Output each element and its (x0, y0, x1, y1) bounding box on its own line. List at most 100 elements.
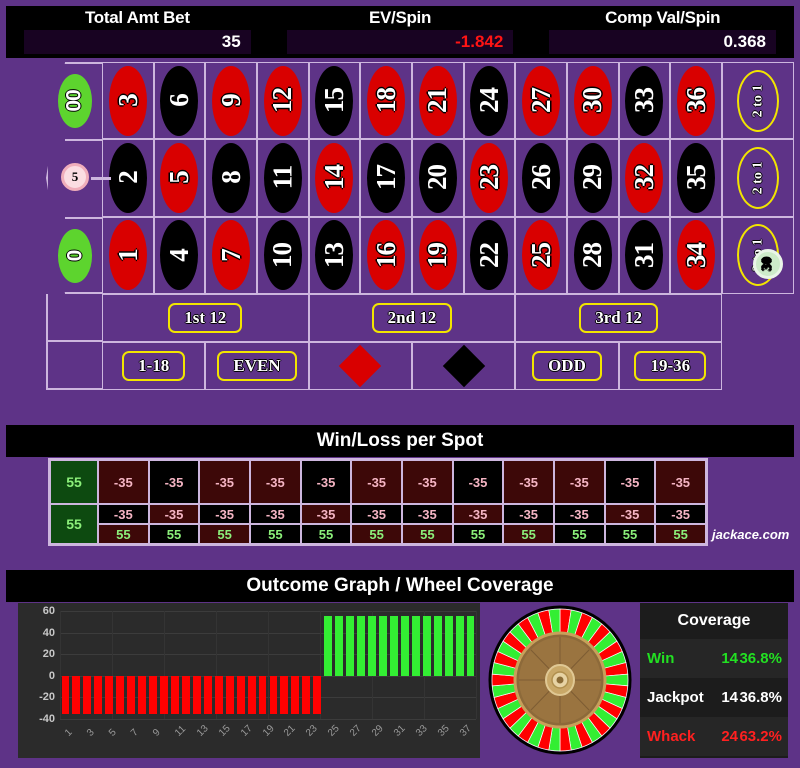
x-axis-tick: 35 (435, 723, 452, 739)
bet-spot-30[interactable]: 30 (567, 62, 619, 140)
bet-spot-27[interactable]: 27 (515, 62, 567, 140)
outcome-title: Outcome Graph / Wheel Coverage (6, 570, 794, 602)
winloss-value: 55 (369, 526, 384, 542)
bet-spot-24[interactable]: 24 (463, 62, 516, 140)
bet-spot-9[interactable]: 9 (205, 62, 257, 140)
bet-spot-6[interactable]: 6 (153, 62, 206, 140)
bet-spot-13[interactable]: 13 (308, 216, 361, 294)
dozen-bet-2[interactable]: 2nd 12 (308, 294, 516, 342)
bet-spot-35[interactable]: 35 (670, 139, 722, 217)
zero-label: 0 (63, 250, 86, 262)
bet-spot-0[interactable]: 0 (58, 229, 92, 283)
chart-bar (400, 616, 409, 676)
number-oval: 2 (108, 142, 147, 213)
chart-bar (160, 675, 168, 714)
number-label: 17 (370, 165, 401, 191)
bet-spot-29[interactable]: 29 (567, 139, 619, 217)
chart-bar (138, 675, 147, 714)
outcome-bar-chart: 60 40 20 0 -20 -40 1 3 5 7 9 11 13 15 17 19 21 23 25 27 29 31… (18, 603, 480, 758)
outside-bet-black[interactable] (412, 342, 516, 390)
column-bet-label: 2 to 1 (749, 161, 765, 195)
outside-bets: 1-18 EVEN ODD 19-36 (102, 342, 722, 390)
column-bet-3[interactable]: 2 to 130 (722, 216, 794, 294)
bet-spot-22[interactable]: 22 (463, 216, 516, 294)
stat-ev-per-spin: EV/Spin -1.842 (269, 6, 532, 58)
coverage-count: 14 (721, 650, 738, 667)
bet-spot-7[interactable]: 7 (205, 216, 257, 294)
dozen-bets: 1st 12 2nd 12 3rd 12 (102, 294, 722, 342)
bet-spot-31[interactable]: 31 (618, 216, 671, 294)
bet-spot-16[interactable]: 16 (360, 216, 412, 294)
coverage-count: 14 (721, 689, 738, 706)
bet-spot-15[interactable]: 15 (308, 62, 361, 140)
winloss-value: 55 (116, 526, 131, 542)
number-oval: 19 (418, 220, 457, 291)
chart-bar (149, 675, 157, 714)
column-bet-2[interactable]: 2 to 1 (722, 139, 794, 217)
outside-bet-19-36[interactable]: 19-36 (618, 342, 722, 390)
stat-label: EV/Spin (368, 8, 432, 27)
bet-spot-00[interactable]: 00 (58, 74, 92, 128)
bet-spot-33[interactable]: 33 (618, 62, 671, 140)
chart-bar (313, 675, 322, 714)
chart-bar (127, 675, 136, 714)
number-oval: 27 (522, 65, 561, 136)
x-axis-tick: 13 (194, 723, 211, 739)
outside-bet-odd[interactable]: ODD (515, 342, 619, 390)
bet-spot-32[interactable]: 32 (618, 139, 671, 217)
wheel-coverage (484, 603, 636, 758)
bet-spot-18[interactable]: 18 (360, 62, 412, 140)
bet-spot-4[interactable]: 4 (153, 216, 206, 294)
winloss-value: 55 (318, 526, 334, 542)
number-oval: 5 (160, 142, 199, 213)
bet-spot-17[interactable]: 17 (360, 139, 412, 217)
bet-spot-23[interactable]: 23 (463, 139, 516, 217)
bet-spot-21[interactable]: 21 (412, 62, 464, 140)
bet-spot-5[interactable]: 5 (153, 139, 206, 217)
outside-bet-1-18[interactable]: 1-18 (102, 342, 206, 390)
winloss-cell: -35 (554, 504, 605, 524)
winloss-zero-cell: 55 (50, 504, 98, 544)
chip-30-on-column-bet[interactable]: 30 (753, 249, 783, 280)
chart-bar (236, 675, 245, 714)
winloss-value: -35 (113, 506, 133, 522)
bet-spot-26[interactable]: 26 (515, 139, 567, 217)
outside-bet-even[interactable]: EVEN (205, 342, 309, 390)
winloss-value: -35 (367, 506, 387, 522)
bet-spot-28[interactable]: 28 (567, 216, 619, 294)
winloss-cell: 55 (604, 524, 656, 544)
winloss-cell: 55 (250, 524, 301, 544)
x-axis-tick: 3 (85, 727, 98, 739)
winloss-value: 55 (622, 526, 638, 542)
outside-bet-red[interactable] (308, 342, 412, 390)
bet-spot-36[interactable]: 36 (670, 62, 722, 140)
dozen-bet-3[interactable]: 3rd 12 (515, 294, 722, 342)
bet-spot-19[interactable]: 19 (412, 216, 464, 294)
winloss-cell: -35 (503, 504, 554, 524)
chart-bar (171, 675, 179, 714)
winloss-value: -35 (569, 474, 589, 490)
bet-spot-11[interactable]: 11 (257, 139, 309, 217)
chart-bar (422, 616, 431, 676)
winloss-value: -35 (620, 506, 640, 522)
winloss-value: 55 (66, 516, 82, 532)
number-oval: 13 (315, 220, 354, 291)
number-oval: 10 (263, 220, 302, 291)
chart-bar (105, 675, 114, 714)
bet-spot-10[interactable]: 10 (257, 216, 309, 294)
dozen-label: 1st 12 (168, 303, 243, 333)
number-label: 4 (163, 249, 194, 262)
chip-5-on-zero-split[interactable]: 5 (61, 163, 89, 191)
bet-spot-3[interactable]: 3 (102, 62, 154, 140)
column-bet-1[interactable]: 2 to 1 (722, 62, 794, 140)
x-axis-tick: 31 (391, 723, 408, 739)
number-label: 16 (370, 242, 401, 268)
bet-spot-34[interactable]: 34 (670, 216, 722, 294)
bet-spot-20[interactable]: 20 (412, 139, 464, 217)
bet-spot-12[interactable]: 12 (257, 62, 309, 140)
bet-spot-14[interactable]: 14 (308, 139, 361, 217)
bet-spot-1[interactable]: 1 (102, 216, 154, 294)
dozen-bet-1[interactable]: 1st 12 (102, 294, 309, 342)
bet-spot-25[interactable]: 25 (515, 216, 567, 294)
bet-spot-8[interactable]: 8 (205, 139, 257, 217)
